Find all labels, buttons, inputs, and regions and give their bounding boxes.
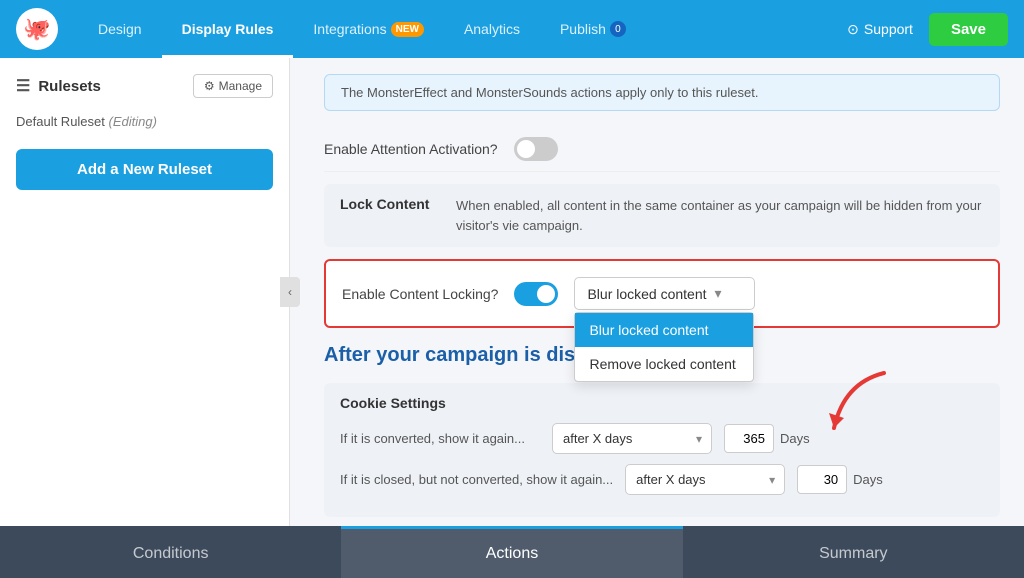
cookie-row-converted: If it is converted, show it again... aft… [340, 423, 984, 454]
publish-badge: 0 [610, 21, 626, 37]
logo-area[interactable]: 🐙 [16, 8, 58, 50]
default-ruleset-label: Default Ruleset (Editing) [16, 110, 273, 133]
nav-design[interactable]: Design [78, 0, 162, 58]
sidebar-collapse-button[interactable]: ‹ [280, 277, 300, 307]
locking-dropdown-button[interactable]: Blur locked content ▾ [574, 277, 754, 310]
cookie-settings-section: Cookie Settings If it is converted, show… [324, 383, 1000, 517]
nav-integrations[interactable]: Integrations NEW [293, 0, 444, 58]
sidebar: ☰ Rulesets ⚙ Manage Default Ruleset (Edi… [0, 58, 290, 526]
support-button[interactable]: ⊙ Support [847, 21, 913, 38]
locking-dropdown-menu: Blur locked content Remove locked conten… [574, 312, 754, 382]
nav-items: Design Display Rules Integrations NEW An… [78, 0, 847, 58]
top-navigation: 🐙 Design Display Rules Integrations NEW … [0, 0, 1024, 58]
locking-toggle-knob [537, 285, 555, 303]
toggle-knob [517, 140, 535, 158]
manage-button[interactable]: ⚙ Manage [193, 74, 273, 98]
add-ruleset-button[interactable]: Add a New Ruleset [16, 149, 273, 190]
cookie-row1-select-wrapper: after X days [552, 423, 712, 454]
locking-row: Enable Content Locking? Blur locked cont… [342, 277, 982, 310]
dropdown-item-blur[interactable]: Blur locked content [575, 313, 753, 347]
nav-publish[interactable]: Publish 0 [540, 0, 646, 58]
info-banner: The MonsterEffect and MonsterSounds acti… [324, 74, 1000, 111]
logo: 🐙 [16, 8, 58, 50]
tab-actions[interactable]: Actions [341, 526, 682, 578]
content-locking-toggle[interactable] [514, 282, 558, 306]
rulesets-header: ☰ Rulesets ⚙ Manage [16, 74, 273, 98]
cookie-row2-select[interactable]: after X days [625, 464, 785, 495]
tab-summary[interactable]: Summary [683, 526, 1024, 578]
lock-content-desc: When enabled, all content in the same co… [456, 196, 984, 235]
attention-row: Enable Attention Activation? [324, 127, 1000, 172]
cookie-row1-days-input[interactable] [724, 424, 774, 453]
rulesets-title: ☰ Rulesets [16, 76, 101, 96]
dropdown-caret: ▾ [715, 285, 722, 302]
save-button[interactable]: Save [929, 13, 1008, 46]
cookie-row2-days-label: Days [853, 472, 883, 487]
attention-toggle[interactable] [514, 137, 558, 161]
content-inner: The MonsterEffect and MonsterSounds acti… [300, 58, 1024, 526]
dropdown-item-remove[interactable]: Remove locked content [575, 347, 753, 381]
cookie-row1-input-group: Days [724, 424, 810, 453]
cookie-row1-select[interactable]: after X days [552, 423, 712, 454]
locking-dropdown-wrapper: Blur locked content ▾ Blur locked conten… [574, 277, 754, 310]
cookie-row2-input-group: Days [797, 465, 883, 494]
cookie-settings-title: Cookie Settings [340, 395, 984, 411]
bottom-tabs: Conditions Actions Summary [0, 526, 1024, 578]
lock-content-header: Lock Content When enabled, all content i… [324, 184, 1000, 247]
cookie-row2-days-input[interactable] [797, 465, 847, 494]
lock-content-title: Lock Content [340, 196, 440, 212]
tab-conditions[interactable]: Conditions [0, 526, 341, 578]
content-locking-box: Enable Content Locking? Blur locked cont… [324, 259, 1000, 328]
attention-label: Enable Attention Activation? [324, 141, 498, 157]
cookie-row2-label: If it is closed, but not converted, show… [340, 472, 613, 487]
main-layout: ☰ Rulesets ⚙ Manage Default Ruleset (Edi… [0, 58, 1024, 526]
nav-display-rules[interactable]: Display Rules [162, 0, 294, 58]
cookie-row1-label: If it is converted, show it again... [340, 431, 540, 446]
content-area: The MonsterEffect and MonsterSounds acti… [300, 58, 1024, 526]
cookie-row1-days-label: Days [780, 431, 810, 446]
rulesets-icon: ☰ [16, 76, 30, 96]
nav-right: ⊙ Support Save [847, 13, 1008, 46]
integrations-badge: NEW [391, 22, 424, 37]
locking-label: Enable Content Locking? [342, 286, 498, 302]
nav-analytics[interactable]: Analytics [444, 0, 540, 58]
cookie-row-closed: If it is closed, but not converted, show… [340, 464, 984, 495]
cookie-row2-select-wrapper: after X days [625, 464, 785, 495]
